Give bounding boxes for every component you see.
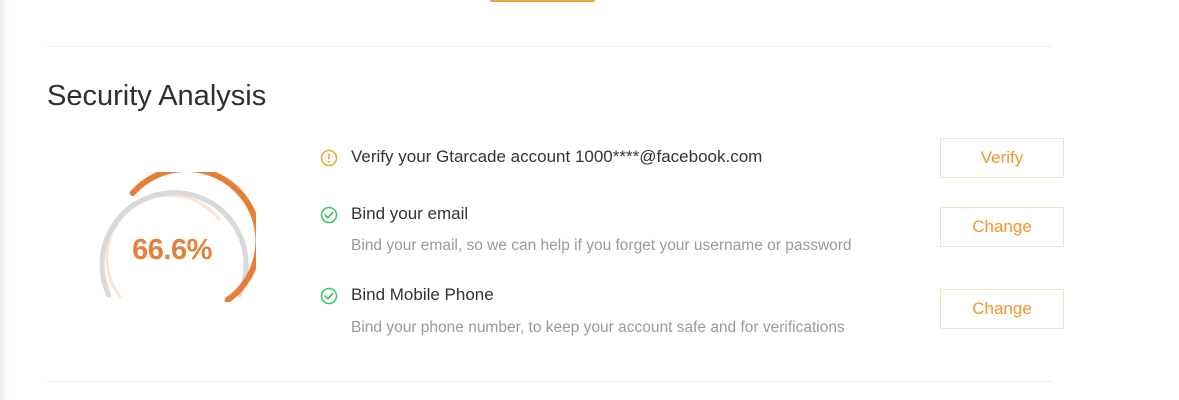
bind-email-label: Bind your email xyxy=(351,204,469,223)
top-tab-indicator xyxy=(490,0,595,2)
verify-button[interactable]: Verify xyxy=(940,138,1064,178)
security-score-gauge: 66.6% xyxy=(88,172,256,302)
security-score-value: 66.6% xyxy=(132,234,212,266)
check-circle-icon xyxy=(320,206,338,224)
bind-email-description: Bind your email, so we can help if you f… xyxy=(351,237,852,254)
bind-phone-label: Bind Mobile Phone xyxy=(351,285,494,304)
page-left-shadow xyxy=(0,0,10,400)
bottom-divider xyxy=(47,381,1052,382)
verify-account-label: Verify your Gtarcade account 1000****@fa… xyxy=(351,147,763,166)
bind-phone-description: Bind your phone number, to keep your acc… xyxy=(351,319,845,336)
warning-circle-icon xyxy=(320,149,338,167)
check-circle-icon xyxy=(320,287,338,305)
top-divider xyxy=(47,46,1052,47)
change-phone-button[interactable]: Change xyxy=(940,289,1064,329)
section-title: Security Analysis xyxy=(47,80,267,112)
change-email-button[interactable]: Change xyxy=(940,207,1064,247)
